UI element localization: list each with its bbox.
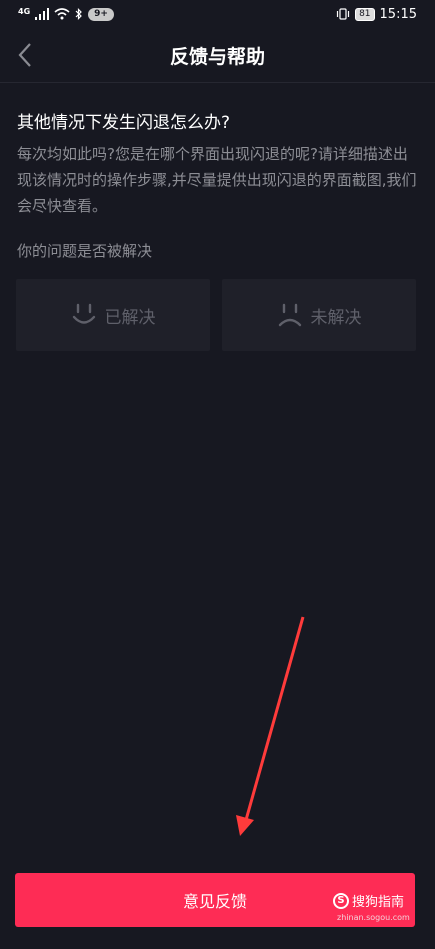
- resolution-prompt: 你的问题是否被解决: [17, 242, 153, 260]
- status-bar: 4G 9+ 81 15:15: [0, 0, 435, 28]
- faq-question: 其他情况下发生闪退怎么办?: [17, 113, 231, 133]
- resolved-label: 已解决: [104, 307, 156, 328]
- watermark-brand: 搜狗指南: [352, 895, 405, 910]
- page-title: 反馈与帮助: [169, 46, 265, 68]
- battery-icon: 81: [355, 7, 375, 21]
- wifi-icon: [54, 8, 70, 20]
- unresolved-button[interactable]: 未解决: [222, 279, 416, 351]
- sad-face-icon: [278, 303, 301, 327]
- sogou-logo-icon: S: [333, 892, 349, 909]
- watermark-url: zhinan.sogou.com: [337, 913, 410, 922]
- unresolved-label: 未解决: [310, 307, 362, 328]
- notification-badge: 9+: [88, 7, 114, 21]
- clock: 15:15: [379, 6, 417, 22]
- faq-answer: 每次均如此吗?您是在哪个界面出现闪退的呢?请详细描述出现该情况时的操作步骤,并尽…: [17, 145, 417, 215]
- resolved-button[interactable]: 已解决: [16, 279, 210, 351]
- watermark: S 搜狗指南: [333, 891, 404, 910]
- signal-icon: [35, 8, 50, 20]
- nav-header: 反馈与帮助: [0, 28, 435, 83]
- vibrate-icon: [336, 8, 350, 20]
- smile-face-icon: [72, 303, 95, 324]
- bluetooth-icon: [75, 8, 82, 20]
- network-type: 4G: [18, 6, 31, 16]
